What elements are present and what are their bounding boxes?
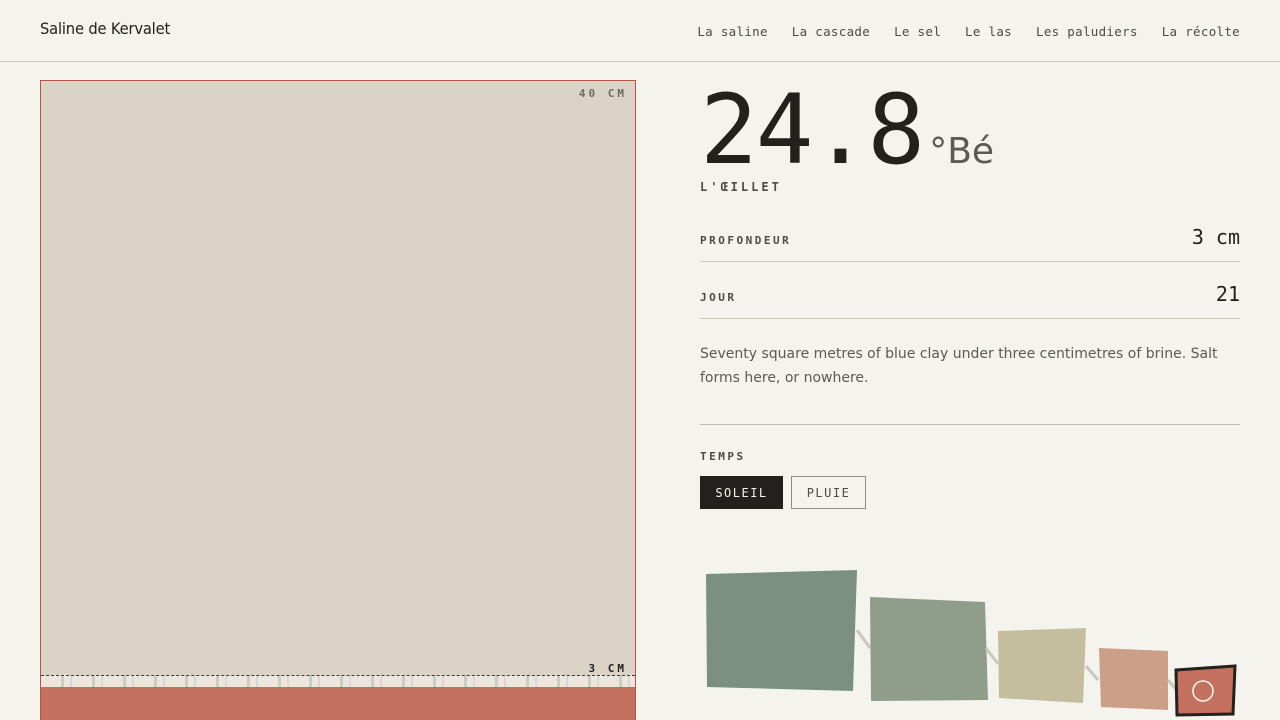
pan-cascade-diagram bbox=[700, 560, 1260, 720]
stat-depth-label: PROFONDEUR bbox=[700, 234, 792, 247]
cascade-channel-1 bbox=[855, 629, 872, 649]
depth-label-top: 40 CM bbox=[578, 87, 627, 100]
top-bar: Saline de Kervalet La saline La cascade … bbox=[0, 0, 1280, 62]
cascade-channel-3 bbox=[1084, 665, 1100, 681]
cascade-svg bbox=[706, 570, 1237, 717]
pan-description: Seventy square metres of blue clay under… bbox=[700, 346, 1218, 386]
weather-sun-button[interactable]: SOLEIL bbox=[700, 476, 783, 509]
salt-pan-view[interactable]: 40 CM 3 CM bbox=[40, 80, 636, 720]
salinity-unit: °Bé bbox=[929, 131, 995, 172]
brand-title[interactable]: Saline de Kervalet bbox=[40, 19, 170, 38]
stat-day: JOUR 21 bbox=[700, 279, 1240, 319]
nav-la-cascade[interactable]: La cascade bbox=[792, 24, 870, 39]
nav-le-las[interactable]: Le las bbox=[965, 24, 1012, 39]
cascade-pan-4[interactable] bbox=[1099, 648, 1168, 710]
stat-depth: PROFONDEUR 3 cm bbox=[700, 222, 1240, 262]
cascade-channel-2 bbox=[984, 647, 1000, 665]
salt-crystal-surface bbox=[41, 675, 635, 687]
brine-layer bbox=[41, 687, 635, 720]
cascade-pan-5-active[interactable] bbox=[1174, 664, 1237, 717]
nav-la-saline[interactable]: La saline bbox=[697, 24, 767, 39]
pan-name: L'ŒILLET bbox=[700, 180, 782, 194]
stat-depth-value: 3 cm bbox=[1191, 225, 1240, 249]
nav-le-sel[interactable]: Le sel bbox=[894, 24, 941, 39]
depth-label-bottom: 3 CM bbox=[588, 662, 627, 675]
stat-day-label: JOUR bbox=[700, 291, 737, 304]
cascade-pan-1[interactable] bbox=[706, 570, 857, 691]
salinity-value: 24.8 bbox=[700, 74, 925, 186]
nav-la-recolte[interactable]: La récolte bbox=[1162, 24, 1240, 39]
main-nav: La saline La cascade Le sel Le las Les p… bbox=[697, 24, 1240, 39]
nav-les-paludiers[interactable]: Les paludiers bbox=[1036, 24, 1138, 39]
section-divider bbox=[700, 424, 1240, 425]
weather-label: TEMPS bbox=[700, 450, 746, 463]
cascade-pan-2[interactable] bbox=[870, 597, 988, 701]
cascade-pan-3[interactable] bbox=[998, 628, 1086, 703]
weather-rain-button[interactable]: PLUIE bbox=[791, 476, 866, 509]
salinity-reading: 24.8 °Bé bbox=[700, 82, 994, 178]
stat-day-value: 21 bbox=[1215, 282, 1240, 306]
